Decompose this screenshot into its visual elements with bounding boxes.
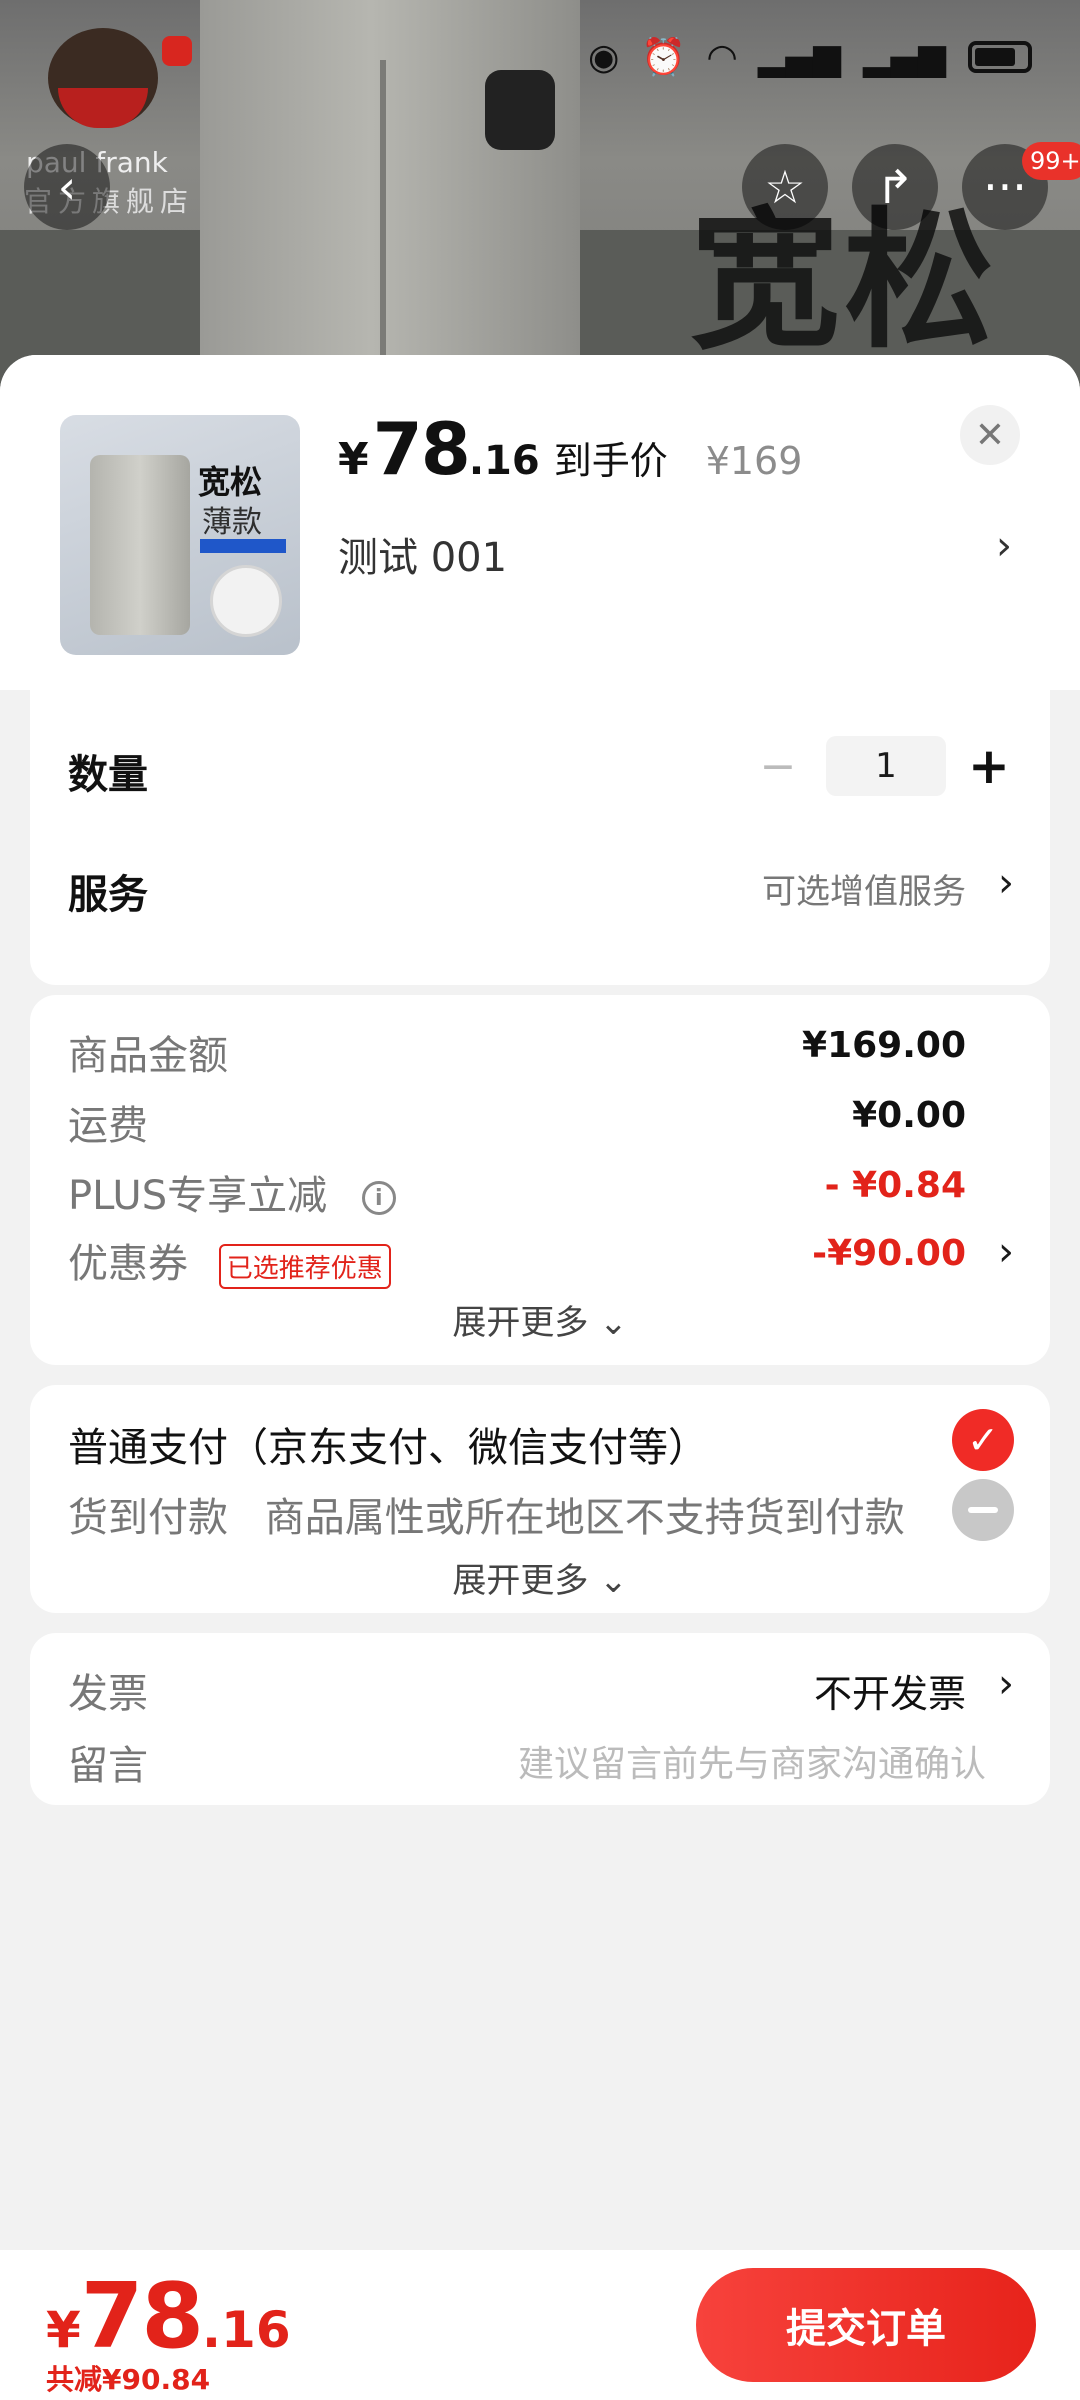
increase-button[interactable]: + bbox=[964, 737, 1014, 795]
final-price-label: 到手价 bbox=[553, 439, 668, 483]
quantity-service-card: 数量 − 1 + 服务 可选增值服务 › bbox=[30, 690, 1050, 985]
expand-label: 展开更多 bbox=[452, 1561, 589, 1601]
chevron-right-icon[interactable]: › bbox=[996, 523, 1012, 569]
store-logo bbox=[38, 28, 192, 138]
quantity-value[interactable]: 1 bbox=[826, 736, 946, 796]
thumbnail-fabric bbox=[210, 565, 282, 637]
goods-amount-label: 商品金额 bbox=[68, 1033, 228, 1079]
total-integer: 78 bbox=[80, 2264, 204, 2369]
normal-payment-label[interactable]: 普通支付（京东支付、微信支付等） bbox=[68, 1415, 708, 1473]
invoice-note-card: 发票 不开发票 › 留言 建议留言前先与商家沟通确认 bbox=[30, 1633, 1050, 1805]
battery-icon bbox=[968, 41, 1032, 73]
product-photo bbox=[200, 0, 580, 400]
chevron-right-icon[interactable]: › bbox=[998, 1661, 1014, 1707]
favorite-button[interactable]: ☆ bbox=[742, 144, 828, 230]
alarm-icon: ⏰ bbox=[641, 37, 687, 78]
chevron-right-icon[interactable]: › bbox=[998, 1229, 1014, 1275]
quantity-label: 数量 bbox=[68, 752, 148, 798]
coupon-row: 优惠券 已选推荐优惠 bbox=[68, 1231, 391, 1289]
original-price: ¥169 bbox=[705, 439, 803, 483]
close-button[interactable]: ✕ bbox=[960, 405, 1020, 465]
cost-card: 商品金额 ¥169.00 运费 ¥0.00 PLUS专享立减 i - ¥0.84… bbox=[30, 995, 1050, 1365]
info-icon[interactable]: i bbox=[361, 1181, 396, 1215]
expand-label: 展开更多 bbox=[452, 1303, 589, 1343]
invoice-label: 发票 bbox=[68, 1671, 148, 1717]
product-headline: 宽松 bbox=[690, 195, 999, 369]
checkmark-icon[interactable]: ✓ bbox=[952, 1409, 1014, 1471]
product-thumbnail[interactable]: 宽松 薄款 bbox=[60, 415, 300, 655]
submit-order-button[interactable]: 提交订单 bbox=[696, 2268, 1036, 2382]
chevron-down-icon: ⌄ bbox=[599, 1561, 628, 1601]
signal-icon-2: ▂▄▆ bbox=[862, 36, 946, 78]
price-decimal: .16 bbox=[468, 438, 540, 484]
plus-discount-row: PLUS专享立减 i bbox=[68, 1163, 396, 1221]
cod-note: 商品属性或所在地区不支持货到付款 bbox=[264, 1495, 905, 1541]
star-icon: ☆ bbox=[764, 160, 806, 214]
total-currency: ¥ bbox=[46, 2301, 81, 2359]
watch-image bbox=[485, 70, 555, 150]
chevron-right-icon[interactable]: › bbox=[998, 860, 1014, 906]
payment-card: 普通支付（京东支付、微信支付等） ✓ 货到付款 商品属性或所在地区不支持货到付款… bbox=[30, 1385, 1050, 1613]
close-icon: ✕ bbox=[974, 414, 1006, 456]
logo-mouth bbox=[58, 88, 148, 128]
bottom-bar: ¥ 78 .16 共减¥90.84 提交订单 bbox=[0, 2250, 1080, 2400]
back-arrow-icon: ‹ bbox=[57, 160, 77, 214]
signal-icon: ▂▄▆ bbox=[757, 36, 841, 78]
cod-label: 货到付款 bbox=[68, 1495, 228, 1541]
service-label: 服务 bbox=[68, 872, 148, 918]
order-sheet: 宽松 薄款 ¥ 78 .16 到手价 ¥169 ✕ 测试 001 › 数量 − … bbox=[0, 355, 1080, 2400]
plus-discount-label: PLUS专享立减 bbox=[68, 1173, 328, 1219]
eye-icon: ◉ bbox=[587, 36, 620, 78]
total-saving: 共减¥90.84 bbox=[46, 2363, 211, 2396]
price-integer: 78 bbox=[372, 407, 471, 491]
decrease-button[interactable]: − bbox=[748, 741, 808, 792]
shipping-value: ¥0.00 bbox=[852, 1095, 966, 1136]
thumbnail-word-2: 薄款 bbox=[202, 505, 262, 540]
wifi-icon: ◠ bbox=[708, 36, 736, 78]
product-summary: 宽松 薄款 ¥ 78 .16 到手价 ¥169 ✕ 测试 001 › bbox=[0, 355, 1080, 690]
price-line: ¥ 78 .16 到手价 ¥169 bbox=[338, 407, 802, 491]
thumbnail-bar bbox=[200, 539, 286, 553]
back-button[interactable]: ‹ bbox=[24, 144, 110, 230]
selected-variant[interactable]: 测试 001 bbox=[338, 525, 507, 583]
chevron-down-icon: ⌄ bbox=[599, 1303, 628, 1343]
notification-badge: 99+ bbox=[1022, 142, 1080, 180]
more-icon: ··· bbox=[983, 160, 1027, 214]
shipping-label: 运费 bbox=[68, 1103, 148, 1149]
total-price: ¥ 78 .16 bbox=[46, 2264, 291, 2369]
price-currency: ¥ bbox=[338, 434, 369, 485]
coupon-tag: 已选推荐优惠 bbox=[218, 1243, 391, 1289]
coupon-value[interactable]: -¥90.00 bbox=[812, 1233, 966, 1274]
thumbnail-pants bbox=[90, 455, 190, 635]
coupon-label: 优惠券 bbox=[68, 1241, 188, 1287]
service-value[interactable]: 可选增值服务 bbox=[762, 864, 966, 913]
invoice-value[interactable]: 不开发票 bbox=[814, 1663, 966, 1718]
share-icon: ↱ bbox=[875, 160, 915, 214]
expand-more-costs[interactable]: 展开更多 ⌄ bbox=[30, 1295, 1050, 1344]
share-button[interactable]: ↱ bbox=[852, 144, 938, 230]
disabled-radio-icon bbox=[952, 1479, 1014, 1541]
cod-row: 货到付款 商品属性或所在地区不支持货到付款 bbox=[68, 1485, 905, 1543]
goods-amount-value: ¥169.00 bbox=[802, 1025, 966, 1066]
store-badge-icon bbox=[162, 36, 192, 66]
total-decimal: .16 bbox=[202, 2301, 291, 2359]
note-label: 留言 bbox=[68, 1743, 148, 1789]
status-bar: ◉ ⏰ ◠ ▂▄▆ ▂▄▆ bbox=[588, 36, 1032, 78]
quantity-stepper[interactable]: − 1 + bbox=[748, 736, 1014, 796]
expand-more-payment[interactable]: 展开更多 ⌄ bbox=[30, 1553, 1050, 1602]
note-input[interactable]: 建议留言前先与商家沟通确认 bbox=[518, 1735, 986, 1787]
plus-discount-value: - ¥0.84 bbox=[824, 1165, 966, 1206]
